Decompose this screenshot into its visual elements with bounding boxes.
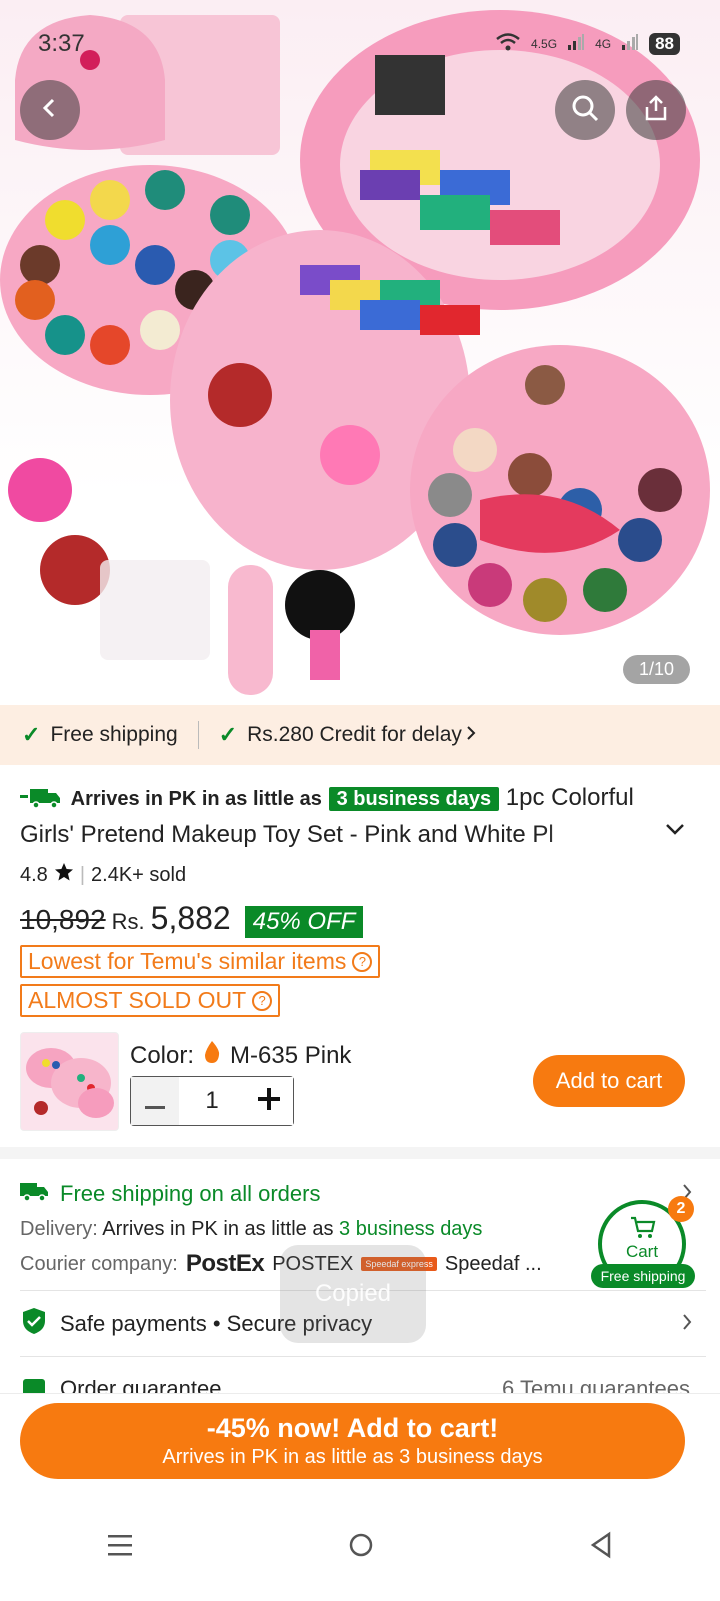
delivery-info: Delivery: Arrives in PK in as little as … [20, 1218, 482, 1241]
search-button[interactable] [555, 80, 615, 140]
check-icon: ✓ [218, 722, 238, 747]
delivery-label: Delivery: [20, 1218, 98, 1240]
price-row: 10,892 Rs. 5,882 45% OFF [20, 900, 364, 938]
cart-icon [630, 1216, 656, 1245]
almost-sold-out-tag[interactable]: ALMOST SOLD OUT ? [20, 984, 281, 1017]
lowest-price-label: Lowest for Temu's similar items [28, 948, 347, 974]
battery-level: 88 [649, 32, 680, 55]
discount-badge: 45% OFF [244, 906, 364, 938]
cta-line-2: Arrives in PK in as little as 3 business… [162, 1446, 543, 1468]
search-icon [570, 93, 600, 128]
order-guarantee-icon [22, 1378, 46, 1394]
status-time: 3:37 [38, 30, 85, 57]
flame-icon [202, 1040, 222, 1071]
signal-icon [621, 33, 639, 54]
rating-row[interactable]: 4.8 | 2.4K+ sold [20, 862, 186, 888]
decrease-button[interactable] [131, 1077, 179, 1125]
chevron-right-icon [466, 723, 476, 747]
currency-label: Rs. [111, 909, 145, 934]
color-label: Color: [130, 1041, 195, 1069]
home-icon[interactable] [348, 1532, 374, 1563]
network-label-1: 4.5G [531, 36, 558, 51]
divider [197, 721, 199, 749]
lowest-price-tag[interactable]: Lowest for Temu's similar items ? [20, 945, 381, 978]
wifi-icon [495, 32, 521, 55]
image-counter: 1/10 [622, 655, 690, 684]
section-divider [0, 1147, 720, 1159]
order-guarantee-value: 6 Temu guarantees [502, 1376, 690, 1394]
star-icon [54, 862, 74, 888]
share-button[interactable] [626, 80, 686, 140]
color-value: M-635 Pink [230, 1041, 352, 1069]
variant-thumbnail[interactable] [20, 1032, 119, 1131]
delivery-truck-icon [20, 784, 71, 811]
quantity-value[interactable]: 1 [179, 1087, 245, 1115]
share-icon [641, 93, 671, 128]
divider [20, 1356, 706, 1357]
cart-free-shipping-pill: Free shipping [591, 1264, 695, 1288]
chevron-left-icon [38, 96, 62, 125]
product-image-gallery[interactable]: 3:37 4.5G 4G 88 1/10 [0, 0, 720, 705]
delivery-text: Arrives in PK in as little as [102, 1218, 334, 1240]
chevron-right-icon[interactable] [682, 1313, 692, 1336]
order-guarantee-row[interactable]: Order guarantee 6 Temu guarantees [20, 1376, 690, 1394]
title-fade [540, 816, 660, 852]
delivery-days: 3 business days [339, 1218, 483, 1240]
minus-icon [145, 1084, 165, 1118]
chevron-down-icon[interactable] [665, 822, 685, 841]
quantity-stepper[interactable]: 1 [130, 1076, 294, 1126]
business-days-badge: 3 business days [328, 787, 500, 811]
rating-value: 4.8 [20, 863, 48, 886]
increase-button[interactable] [245, 1077, 293, 1125]
sold-count: 2.4K+ sold [91, 863, 187, 886]
cta-line-1: -45% now! Add to cart! [206, 1413, 499, 1443]
original-price: 10,892 [20, 904, 106, 935]
help-icon: ? [352, 951, 373, 972]
android-nav-bar [0, 1495, 720, 1600]
courier-name-2: Speedaf ... [444, 1252, 542, 1275]
free-all-label: Free shipping on all orders [60, 1181, 321, 1206]
free-shipping-label: Free shipping [50, 723, 178, 746]
back-button[interactable] [20, 80, 80, 140]
signal-icon [567, 33, 585, 54]
shield-check-icon [20, 1307, 48, 1341]
delivery-truck-icon [20, 1180, 50, 1208]
arrives-prefix: Arrives in PK in as little as [70, 788, 322, 810]
check-icon: ✓ [22, 722, 41, 747]
current-price: 5,882 [150, 900, 231, 936]
menu-icon[interactable] [107, 1533, 133, 1562]
back-triangle-icon[interactable] [589, 1531, 613, 1564]
add-to-cart-cta[interactable]: -45% now! Add to cart! Arrives in PK in … [20, 1403, 685, 1479]
copied-toast: Copied [280, 1245, 426, 1343]
cart-count-badge: 2 [668, 1196, 694, 1222]
color-selector[interactable]: Color: M-635 Pink [130, 1040, 351, 1071]
sold-out-label: ALMOST SOLD OUT [28, 987, 247, 1013]
order-guarantee-label: Order guarantee [60, 1376, 222, 1394]
plus-icon [258, 1084, 280, 1118]
credit-delay-label: Rs.280 Credit for delay [247, 723, 462, 746]
add-to-cart-button[interactable]: Add to cart [533, 1055, 685, 1107]
free-shipping-all-orders[interactable]: Free shipping on all orders [20, 1180, 320, 1208]
network-label-2: 4G [595, 36, 612, 51]
help-icon: ? [252, 990, 273, 1011]
postex-logo: PostEx [185, 1250, 265, 1277]
status-bar: 3:37 4.5G 4G 88 [0, 0, 720, 90]
shipping-benefits-bar[interactable]: ✓ Free shipping ✓ Rs.280 Credit for dela… [0, 705, 720, 765]
cart-label: Cart [625, 1242, 659, 1261]
courier-label: Courier company: [20, 1252, 178, 1275]
